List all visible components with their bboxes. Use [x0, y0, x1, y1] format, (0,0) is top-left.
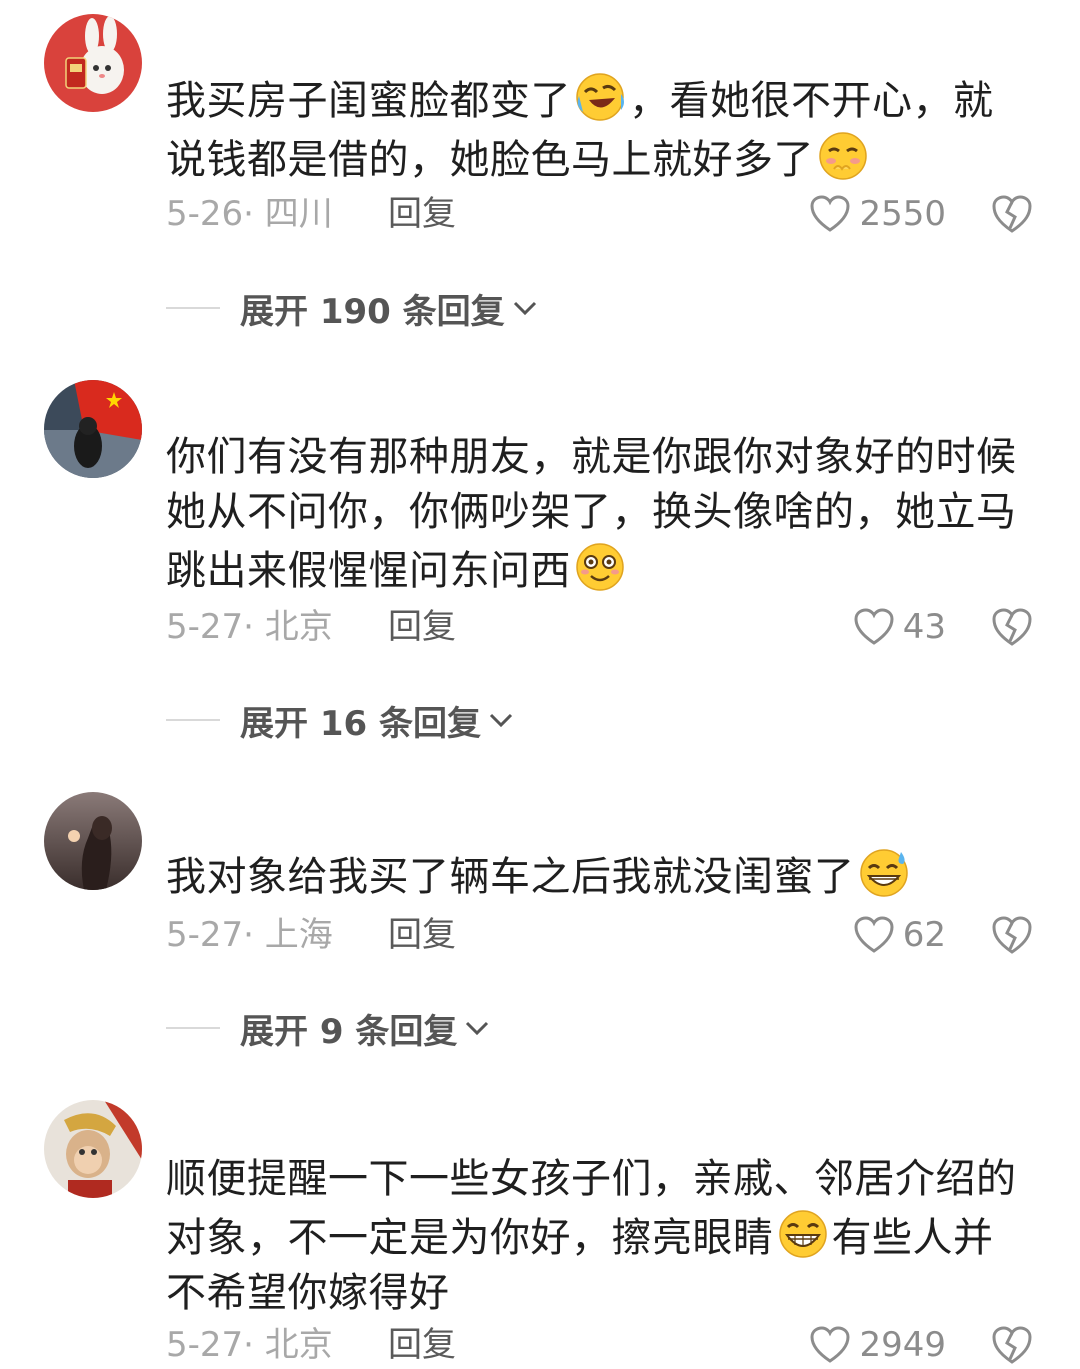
like-count: 43 — [902, 607, 946, 647]
comment-meta: 5-27· 上海 回复 62 — [166, 913, 1046, 957]
heart-icon — [854, 916, 894, 953]
reply-button[interactable]: 回复 — [388, 605, 456, 649]
reply-button[interactable]: 回复 — [388, 913, 456, 957]
comment-text-part: 我买房子闺蜜脸都变了 — [166, 78, 571, 124]
rabbit-avatar-icon — [44, 14, 142, 112]
reply-button[interactable]: 回复 — [388, 1323, 456, 1367]
chevron-down-icon — [466, 1021, 489, 1036]
expand-replies-button[interactable]: 展开 16 条回复 — [166, 698, 515, 744]
like-count: 2949 — [859, 1325, 946, 1365]
dizzy-smile-emoji-icon — [576, 543, 624, 591]
shy-emoji-icon — [819, 132, 867, 180]
grin-sweat-emoji-icon — [859, 849, 908, 897]
comment-text: 顺便提醒一下一些女孩子们，亲戚、邻居介绍的对象，不一定是为你好，擦亮眼睛 有些人并… — [166, 1152, 1026, 1321]
like-button[interactable]: 43 — [853, 605, 946, 649]
comment-date-location: 5-26· 四川 — [166, 194, 333, 234]
heart-icon — [854, 608, 894, 645]
avatar[interactable] — [44, 380, 142, 478]
comment-date-location: 5-27· 上海 — [166, 915, 333, 955]
expand-replies-label: 展开 190 条回复 — [240, 291, 505, 332]
comment-date-location: 5-27· 北京 — [166, 607, 333, 647]
divider-line — [166, 1027, 220, 1029]
chevron-down-icon — [489, 713, 513, 728]
chevron-down-icon — [513, 301, 536, 316]
avatar[interactable] — [44, 14, 142, 112]
big-grin-emoji-icon — [778, 1210, 827, 1258]
sunset-girl-avatar-icon — [44, 792, 142, 890]
broken-heart-icon[interactable] — [990, 913, 1034, 957]
like-count: 2550 — [859, 194, 946, 234]
comment-text: 我对象给我买了辆车之后我就没闺蜜了 — [166, 846, 1026, 905]
laughing-crying-emoji-icon — [576, 73, 624, 121]
like-button[interactable]: 2949 — [809, 1323, 946, 1367]
divider-line — [166, 719, 220, 721]
heart-icon — [810, 1326, 850, 1363]
expand-replies-label: 展开 9 条回复 — [240, 1011, 458, 1052]
flag-person-avatar-icon — [44, 380, 142, 478]
like-button[interactable]: 2550 — [809, 192, 946, 236]
divider-line — [166, 307, 220, 309]
reply-button[interactable]: 回复 — [388, 192, 456, 236]
expand-replies-label: 展开 16 条回复 — [240, 703, 481, 744]
comment-text: 你们有没有那种朋友，就是你跟你对象好的时候她从不问你，你俩吵架了，换头像啥的，她… — [166, 430, 1026, 599]
comment-meta: 5-27· 北京 回复 2949 — [166, 1323, 1046, 1367]
heart-icon — [810, 195, 850, 232]
comment-text-part: 我对象给我买了辆车之后我就没闺蜜了 — [166, 854, 855, 900]
comment-text: 我买房子闺蜜脸都变了 ，看她很不开心，就说钱都是借的，她脸色马上就好多了 — [166, 70, 1026, 188]
comment-date-location: 5-27· 北京 — [166, 1325, 333, 1365]
expand-replies-button[interactable]: 展开 190 条回复 — [166, 286, 539, 332]
broken-heart-icon[interactable] — [990, 1323, 1034, 1367]
comment-meta: 5-26· 四川 回复 2550 — [166, 192, 1046, 236]
like-button[interactable]: 62 — [853, 913, 946, 957]
like-count: 62 — [902, 915, 946, 955]
broken-heart-icon[interactable] — [990, 192, 1034, 236]
monkey-king-avatar-icon — [44, 1100, 142, 1198]
avatar[interactable] — [44, 1100, 142, 1198]
expand-replies-button[interactable]: 展开 9 条回复 — [166, 1006, 491, 1052]
comment-meta: 5-27· 北京 回复 43 — [166, 605, 1046, 649]
avatar[interactable] — [44, 792, 142, 890]
broken-heart-icon[interactable] — [990, 605, 1034, 649]
